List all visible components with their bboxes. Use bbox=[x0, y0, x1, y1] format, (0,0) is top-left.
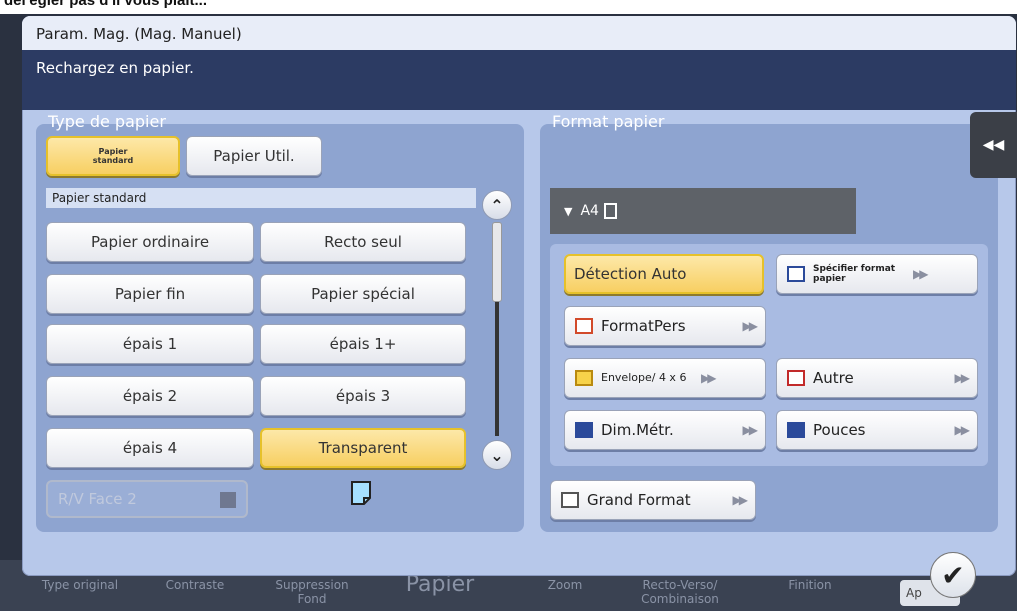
portrait-page-icon bbox=[603, 203, 617, 219]
current-format-display: ▼ A4 bbox=[550, 188, 856, 234]
double-chevron-right-icon: ▶▶ bbox=[732, 493, 749, 507]
double-chevron-right-icon: ▶▶ bbox=[701, 371, 717, 385]
paper-button-thick-2[interactable]: épais 2 bbox=[46, 376, 254, 416]
paper-button-thick-1[interactable]: épais 1 bbox=[46, 324, 254, 364]
paper-button-special[interactable]: Papier spécial bbox=[260, 274, 466, 314]
metric-size-button[interactable]: Dim.Métr. ▶▶ bbox=[564, 410, 766, 450]
rv-face-2-option: R/V Face 2 bbox=[46, 480, 248, 518]
question-page-icon bbox=[787, 266, 805, 282]
custom-format-label: FormatPers bbox=[601, 317, 686, 335]
other-format-icon bbox=[787, 370, 805, 386]
paper-button-ordinary[interactable]: Papier ordinaire bbox=[46, 222, 254, 262]
banner-text: del'égler pas d'il vous plait... bbox=[4, 0, 208, 9]
scroll-up-button[interactable]: ⌃ bbox=[482, 190, 512, 220]
tab-standard-paper[interactable]: Papier standard bbox=[46, 136, 180, 176]
paper-type-title: Type de papier bbox=[48, 112, 166, 131]
collapse-side-tab[interactable]: ◀◀ bbox=[970, 112, 1017, 178]
inch-size-label: Pouces bbox=[813, 421, 866, 439]
other-format-label: Autre bbox=[813, 369, 854, 387]
bottom-tab-duplex[interactable]: Recto-Verso/ Combinaison bbox=[625, 578, 735, 606]
ok-button[interactable]: ✔ bbox=[930, 552, 976, 598]
chevron-down-icon: ⌄ bbox=[490, 445, 504, 465]
paper-format-panel: Format papier ▼ A4 Détection Auto Spécif… bbox=[540, 112, 998, 532]
envelope-label: Envelope/ 4 x 6 bbox=[601, 371, 687, 384]
large-page-icon bbox=[561, 492, 579, 508]
specify-format-label: Spécifier format papier bbox=[813, 264, 896, 284]
double-chevron-right-icon: ▶▶ bbox=[742, 319, 759, 333]
paper-category-strip: Papier standard bbox=[46, 188, 476, 208]
double-chevron-right-icon: ▶▶ bbox=[954, 371, 971, 385]
auto-detect-button[interactable]: Détection Auto bbox=[564, 254, 764, 294]
paper-button-single-side[interactable]: Recto seul bbox=[260, 222, 466, 262]
scroll-thumb[interactable] bbox=[492, 222, 502, 302]
other-format-button[interactable]: Autre ▶▶ bbox=[776, 358, 978, 398]
large-format-button[interactable]: Grand Format ▶▶ bbox=[550, 480, 756, 520]
rv-face-2-label: R/V Face 2 bbox=[58, 490, 137, 508]
bottom-tab-zoom[interactable]: Zoom bbox=[530, 578, 600, 592]
envelope-button[interactable]: Envelope/ 4 x 6 ▶▶ bbox=[564, 358, 766, 398]
transparency-sheet-icon bbox=[350, 480, 372, 506]
metric-size-label: Dim.Métr. bbox=[601, 421, 674, 439]
paper-button-thick-3[interactable]: épais 3 bbox=[260, 376, 466, 416]
double-chevron-right-icon: ▶▶ bbox=[742, 423, 759, 437]
custom-size-icon bbox=[575, 318, 593, 334]
envelope-icon bbox=[575, 370, 593, 386]
checkbox-icon bbox=[220, 492, 236, 508]
double-chevron-left-icon: ◀◀ bbox=[982, 137, 1005, 153]
large-format-label: Grand Format bbox=[587, 491, 691, 509]
paper-button-thin[interactable]: Papier fin bbox=[46, 274, 254, 314]
bottom-tab-original-type[interactable]: Type original bbox=[30, 578, 130, 592]
chevron-up-icon: ⌃ bbox=[490, 195, 504, 215]
dialog-message: Rechargez en papier. bbox=[22, 50, 1016, 110]
inch-icon bbox=[787, 422, 805, 438]
bottom-tab-finishing[interactable]: Finition bbox=[775, 578, 845, 592]
custom-format-button[interactable]: FormatPers ▶▶ bbox=[564, 306, 766, 346]
paper-settings-dialog: Param. Mag. (Mag. Manuel) Rechargez en p… bbox=[22, 16, 1016, 576]
tab-user-paper[interactable]: Papier Util. bbox=[186, 136, 322, 176]
paper-button-thick-1-plus[interactable]: épais 1+ bbox=[260, 324, 466, 364]
paper-format-title: Format papier bbox=[552, 112, 665, 131]
tab-standard-paper-label: Papier standard bbox=[92, 147, 134, 165]
paper-button-thick-4[interactable]: épais 4 bbox=[46, 428, 254, 468]
bottom-tab-contrast[interactable]: Contraste bbox=[150, 578, 240, 592]
metric-icon bbox=[575, 422, 593, 438]
paper-type-panel: Type de papier Papier standard Papier Ut… bbox=[36, 112, 524, 532]
top-banner: del'égler pas d'il vous plait... bbox=[0, 0, 1017, 14]
double-chevron-right-icon: ▶▶ bbox=[954, 423, 971, 437]
bottom-tab-background-removal[interactable]: Suppression Fond bbox=[262, 578, 362, 606]
specify-format-button[interactable]: Spécifier format papier ▶▶ bbox=[776, 254, 978, 294]
paper-tray-icon: ▼ bbox=[564, 204, 573, 218]
inch-size-button[interactable]: Pouces ▶▶ bbox=[776, 410, 978, 450]
dialog-title: Param. Mag. (Mag. Manuel) bbox=[22, 16, 1016, 50]
scroll-down-button[interactable]: ⌄ bbox=[482, 440, 512, 470]
checkmark-icon: ✔ bbox=[941, 558, 965, 592]
paper-button-transparent[interactable]: Transparent bbox=[260, 428, 466, 468]
double-chevron-right-icon: ▶▶ bbox=[913, 267, 929, 281]
tab-user-paper-label: Papier Util. bbox=[213, 147, 295, 165]
current-format-value: A4 bbox=[580, 203, 599, 219]
